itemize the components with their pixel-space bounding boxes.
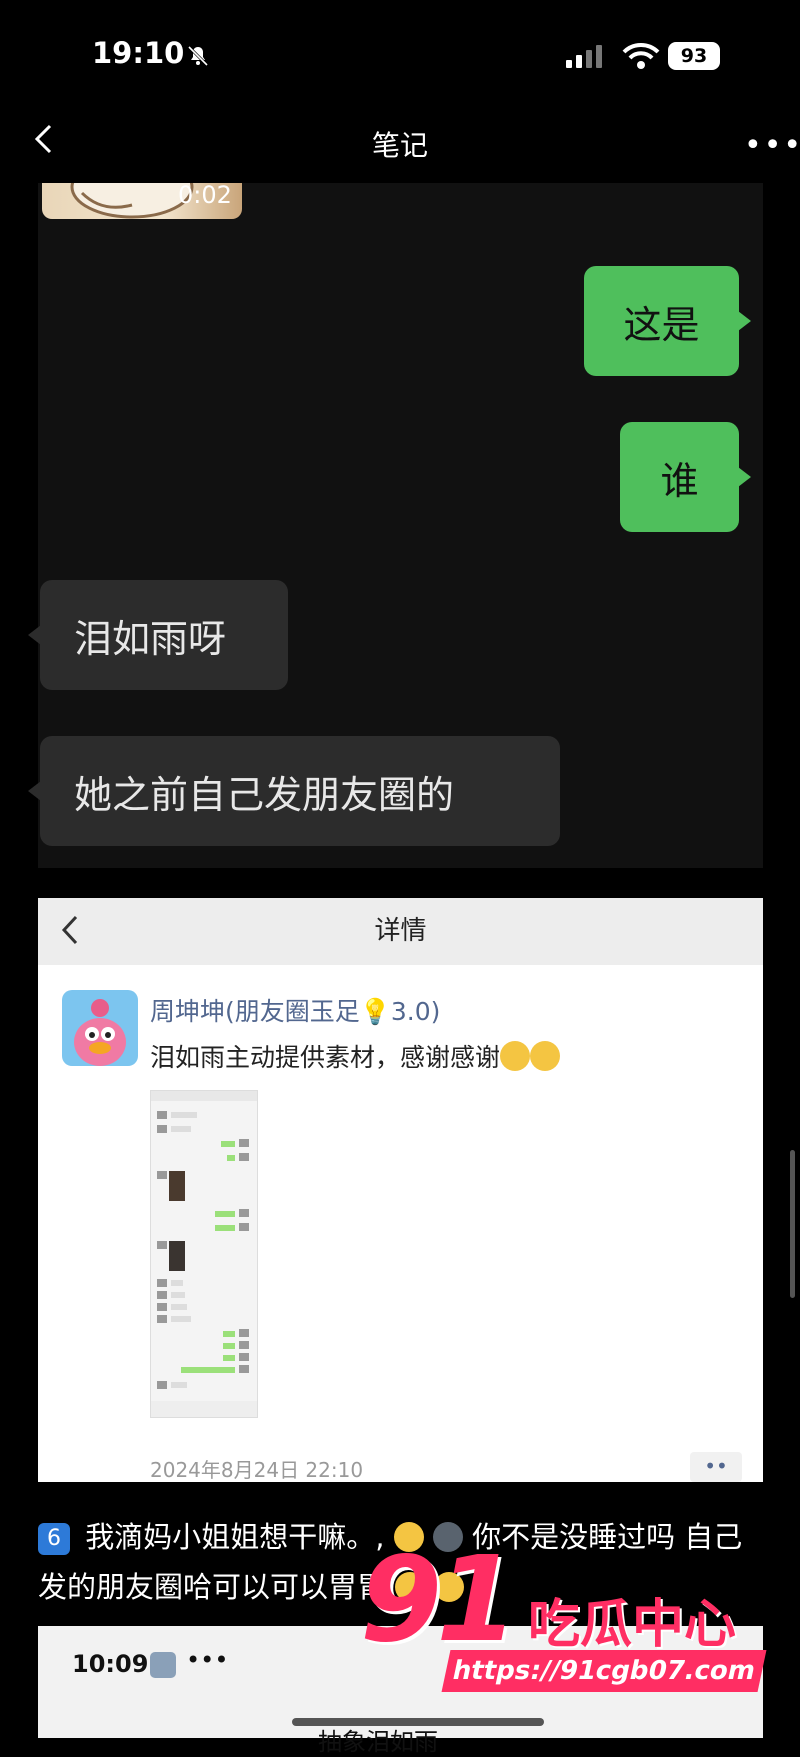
watermark-url: https://91cgb07.com [441,1650,767,1692]
comment-button[interactable]: •• [690,1452,742,1482]
post-text-content: 泪如雨主动提供素材，感谢感谢 [150,1043,501,1072]
post-timestamp: 2024年8月24日 22:10 [150,1458,364,1482]
signal-icon [566,45,602,68]
embedded-status-time: 10:09 [72,1650,149,1678]
more-icon[interactable]: ••• [744,128,800,163]
message-bubble-outgoing: 这是 [584,266,751,376]
poster-name[interactable]: 周坤坤(朋友圈玉足💡3.0) [150,992,440,1028]
embedded-title: 抽象泪如雨 [318,1728,438,1756]
avatar[interactable] [62,990,138,1066]
embedded-more-icon: ••• [186,1646,229,1674]
status-time: 19:10 [92,36,185,70]
video-duration: 0:02 [178,181,232,209]
message-bubble-incoming: 泪如雨呀 [28,580,288,690]
post-text: 泪如雨主动提供素材，感谢感谢 [150,1038,561,1074]
detail-title: 详情 [374,916,427,946]
home-indicator [292,1718,544,1726]
watermark-name: 吃瓜中心 [528,1595,737,1655]
message-bubble-incoming: 她之前自己发朋友圈的 [28,736,560,846]
wifi-icon [622,42,660,69]
post-image-thumbnail[interactable] [150,1090,258,1418]
page-title: 笔记 [371,129,428,162]
wrench-icon [150,1652,176,1678]
heart-eyes-emoji-icon [530,1041,561,1071]
bell-muted-icon [187,45,209,67]
heart-eyes-emoji-icon [500,1041,531,1071]
message-bubble-outgoing: 谁 [620,422,751,532]
moments-detail-screenshot [38,898,763,1482]
watermark-number: 91 [360,1530,518,1668]
scrollbar[interactable] [790,1150,795,1298]
number-badge: 6 [38,1523,70,1555]
battery-indicator: 93 [668,42,720,70]
caption-part1: 我滴妈小姐姐想干嘛。, [85,1520,385,1554]
